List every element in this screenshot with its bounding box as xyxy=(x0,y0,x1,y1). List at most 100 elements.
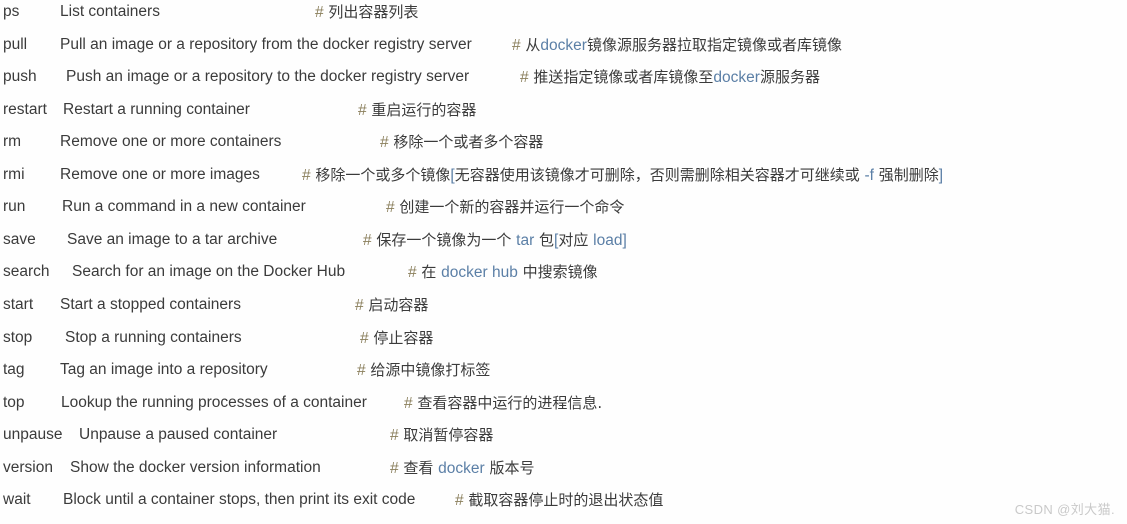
comment-hash-segment: # xyxy=(357,362,366,380)
command-name: top xyxy=(3,393,25,411)
command-row: pull Pull an image or a repository from t… xyxy=(0,29,1127,62)
comment-hash-segment: # xyxy=(390,459,399,477)
comment-cn-segment: 给源中镜像打标签 xyxy=(365,361,491,380)
comment-brk-segment: ] xyxy=(938,166,944,184)
comment-hash-segment: # xyxy=(512,36,521,54)
command-row: rmi Remove one or more images # 移除一个或多个镜像[… xyxy=(0,159,1127,192)
command-name: stop xyxy=(3,328,33,346)
command-description: Run a command in a new container xyxy=(62,198,306,216)
command-row: unpause Unpause a paused container # 取消暂停容… xyxy=(0,419,1127,452)
command-description: Remove one or more containers xyxy=(60,133,282,151)
comment-lit-segment: tar xyxy=(516,231,535,249)
command-description: Lookup the running processes of a contai… xyxy=(61,393,367,411)
command-comment: # 查看 docker 版本号 xyxy=(390,452,534,486)
command-name: save xyxy=(3,230,36,248)
command-comment: # 移除一个或者多个容器 xyxy=(380,126,543,160)
comment-cn-segment: 镜像源服务器拉取指定镜像或者库镜像 xyxy=(586,35,842,54)
comment-hash-segment: # xyxy=(360,329,369,347)
comment-cn-segment: 查看 xyxy=(398,458,439,477)
comment-cn-segment: 对应 xyxy=(558,230,594,249)
command-name: pull xyxy=(3,35,28,53)
command-row: tag Tag an image into a repository # 给源中镜像… xyxy=(0,354,1127,387)
comment-lit-segment: docker xyxy=(540,36,587,54)
comment-cn-segment: 移除一个或者多个容器 xyxy=(388,133,544,152)
command-comment: # 截取容器停止时的退出状态值 xyxy=(455,484,663,518)
command-comment: # 停止容器 xyxy=(360,322,433,356)
comment-cn-segment: 截取容器停止时的退出状态值 xyxy=(463,491,664,510)
docker-command-help-listing: ps List containers # 列出容器列表 pull Pull an ima… xyxy=(0,0,1127,524)
command-description: Pull an image or a repository from the d… xyxy=(60,35,472,53)
command-name: rmi xyxy=(3,165,25,183)
command-description: Search for an image on the Docker Hub xyxy=(72,263,346,281)
command-description: Start a stopped containers xyxy=(60,295,241,313)
command-comment: # 推送指定镜像或者库镜像至docker源服务器 xyxy=(520,61,820,95)
command-comment: # 给源中镜像打标签 xyxy=(357,354,490,388)
command-row: version Show the docker version informati… xyxy=(0,452,1127,485)
comment-cn-segment: 在 xyxy=(416,263,442,282)
command-description: Block until a container stops, then prin… xyxy=(63,491,416,509)
comment-hash-segment: # xyxy=(355,296,364,314)
comment-cn-segment: 移除一个或多个镜像 xyxy=(310,165,451,184)
command-description: Push an image or a repository to the doc… xyxy=(66,68,470,86)
comment-hash-segment: # xyxy=(390,427,399,445)
comment-lit-segment: load xyxy=(593,231,623,249)
command-description: Unpause a paused container xyxy=(79,426,278,444)
command-row: ps List containers # 列出容器列表 xyxy=(0,0,1127,29)
comment-cn-segment: 包 xyxy=(534,230,555,249)
command-row: wait Block until a container stops, then … xyxy=(0,484,1127,517)
command-comment: # 查看容器中运行的进程信息. xyxy=(404,387,602,421)
comment-hash-segment: # xyxy=(358,101,367,119)
command-description: Remove one or more images xyxy=(60,165,260,183)
command-row: restart Restart a running container # 重启运行… xyxy=(0,94,1127,127)
command-description: Stop a running containers xyxy=(65,328,242,346)
comment-hash-segment: # xyxy=(363,231,372,249)
command-comment: # 重启运行的容器 xyxy=(358,94,476,128)
comment-cn-segment: 启动容器 xyxy=(363,295,429,314)
comment-brk-segment: ] xyxy=(622,231,627,249)
command-name: rm xyxy=(3,133,22,151)
command-comment: # 保存一个镜像为一个 tar 包[对应 load] xyxy=(363,224,627,258)
comment-cn-segment: 保存一个镜像为一个 xyxy=(371,230,517,249)
comment-cn-segment: 推送指定镜像或者库镜像至 xyxy=(528,68,714,87)
comment-hash-segment: # xyxy=(302,166,311,184)
command-row: start Start a stopped containers # 启动容器 xyxy=(0,289,1127,322)
command-comment: # 移除一个或多个镜像[无容器使用该镜像才可删除，否则需删除相关容器才可继续或 … xyxy=(302,159,943,193)
command-row: rm Remove one or more containers # 移除一个或者多… xyxy=(0,126,1127,159)
command-name: version xyxy=(3,458,53,476)
comment-cn-segment: 源服务器 xyxy=(759,68,820,87)
command-comment: # 从docker镜像源服务器拉取指定镜像或者库镜像 xyxy=(512,29,842,63)
comment-cn-segment: 查看容器中运行的进程信息. xyxy=(412,393,603,412)
comment-lit-segment: docker xyxy=(713,69,760,87)
comment-cn-segment: 创建一个新的容器并运行一个命令 xyxy=(394,198,625,217)
command-name: push xyxy=(3,68,37,86)
comment-cn-segment: 强制删除 xyxy=(873,165,939,184)
comment-hash-segment: # xyxy=(380,134,389,152)
comment-cn-segment: 重启运行的容器 xyxy=(366,100,477,119)
command-name: start xyxy=(3,295,34,313)
command-description: Tag an image into a repository xyxy=(60,361,268,379)
command-row: top Lookup the running processes of a con… xyxy=(0,387,1127,420)
comment-cn-segment: 从 xyxy=(520,35,541,54)
comment-cn-segment: 版本号 xyxy=(484,458,535,477)
command-comment: # 列出容器列表 xyxy=(315,0,418,30)
command-row: save Save an image to a tar archive # 保存一个… xyxy=(0,224,1127,257)
comment-cn-segment: 无容器使用该镜像才可删除，否则需删除相关容器才可继续或 xyxy=(454,165,865,184)
command-name: restart xyxy=(3,100,47,118)
command-name: search xyxy=(3,263,50,281)
comment-lit-segment: docker xyxy=(438,459,485,477)
command-description: Show the docker version information xyxy=(70,458,321,476)
command-description: Restart a running container xyxy=(63,100,250,118)
comment-cn-segment: 列出容器列表 xyxy=(323,3,419,21)
command-row: run Run a command in a new container # 创建一… xyxy=(0,191,1127,224)
command-name: tag xyxy=(3,361,25,379)
command-comment: # 启动容器 xyxy=(355,289,428,323)
comment-hash-segment: # xyxy=(315,4,324,21)
command-comment: # 创建一个新的容器并运行一个命令 xyxy=(386,191,624,225)
command-name: ps xyxy=(3,3,20,20)
command-description: Save an image to a tar archive xyxy=(67,230,278,248)
comment-lit-segment: docker hub xyxy=(441,264,518,282)
command-name: wait xyxy=(3,491,31,509)
command-row: search Search for an image on the Docker … xyxy=(0,256,1127,289)
command-name: run xyxy=(3,198,26,216)
csdn-watermark: CSDN @刘大猫. xyxy=(1014,502,1115,517)
